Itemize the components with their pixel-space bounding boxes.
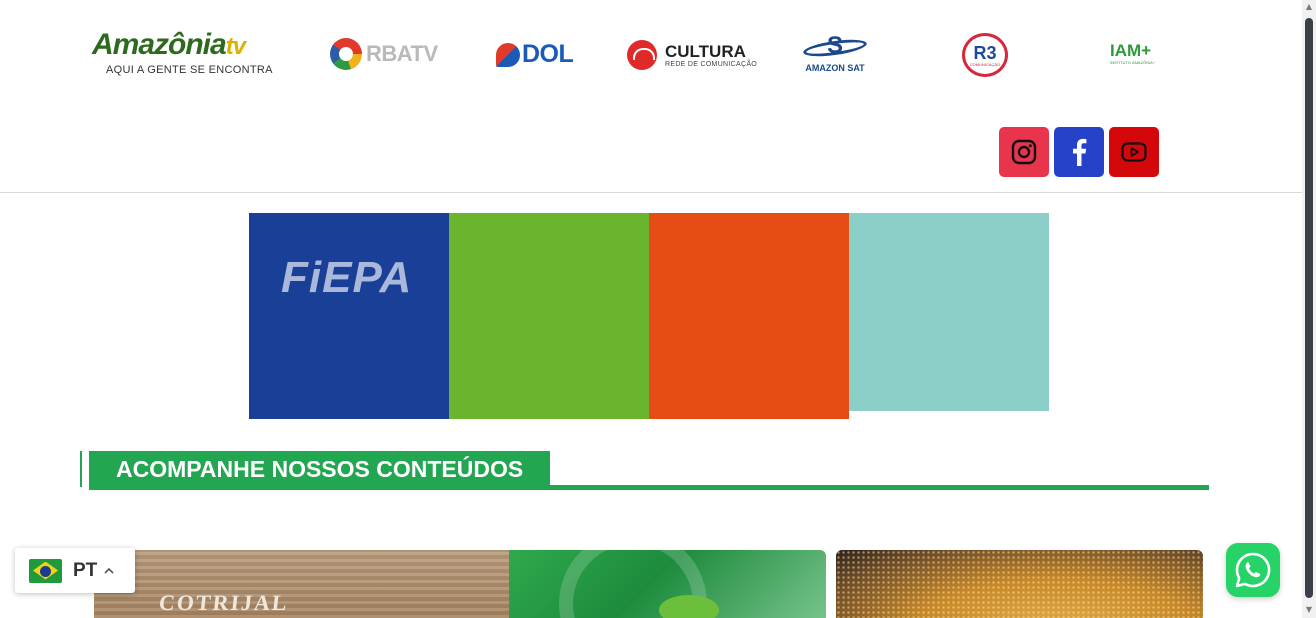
dol-mark-icon — [496, 42, 520, 67]
iam-name: IAM+ — [1110, 41, 1152, 60]
fiepa-banner[interactable]: FiEPA — [249, 213, 1049, 419]
section-title-tag: ACOMPANHE NOSSOS CONTEÚDOS — [89, 451, 551, 487]
amazon-sat-logo[interactable]: S AMAZON SAT — [802, 32, 868, 73]
language-code: PT — [73, 559, 98, 581]
banner-band-green — [449, 213, 649, 419]
facebook-button[interactable] — [1054, 127, 1104, 177]
whatsapp-icon — [1235, 552, 1271, 588]
amazonia-name: Amazônia — [92, 28, 227, 61]
card-1-building-sign: COTRIJAL — [157, 590, 291, 615]
card-1-banner-image — [509, 550, 826, 618]
section-title: ACOMPANHE NOSSOS CONTEÚDOS — [116, 455, 524, 482]
rbatv-logo[interactable]: RBATV — [330, 38, 438, 70]
scroll-down-arrow-icon[interactable]: ▼ — [1305, 605, 1313, 615]
amazon-sat-name: AMAZON SAT — [805, 63, 865, 73]
chevron-up-icon — [104, 567, 114, 574]
r3-subtitle: COMUNICAÇÃO — [969, 61, 1001, 67]
header-divider — [0, 192, 1302, 193]
card-1-building-image — [94, 550, 509, 618]
amazonia-wordmark: Amazôniatv — [92, 28, 246, 62]
dol-logo[interactable]: DOL — [496, 40, 574, 69]
rba-star-icon — [330, 38, 362, 70]
section-left-rule — [80, 451, 82, 487]
content-card-2[interactable] — [836, 550, 1203, 618]
r3-mark-icon: R3 COMUNICAÇÃO — [962, 33, 1008, 77]
r3-name: R3 — [973, 42, 997, 63]
youtube-icon — [1121, 142, 1147, 162]
whatsapp-button[interactable] — [1226, 543, 1280, 597]
banner-band-orange — [649, 213, 849, 419]
brazil-flag-icon — [29, 558, 62, 583]
facebook-icon — [1073, 138, 1087, 166]
banner-band-teal — [849, 213, 1049, 411]
youtube-button[interactable] — [1109, 127, 1159, 177]
rba-name: RBATV — [366, 41, 438, 66]
vertical-scrollbar[interactable]: ▲ ▼ — [1302, 0, 1316, 618]
partner-logos-bar: Amazôniatv AQUI A GENTE SE ENCONTRA RBAT… — [0, 0, 1302, 110]
social-links — [999, 127, 1159, 177]
section-header: ACOMPANHE NOSSOS CONTEÚDOS — [80, 451, 1210, 491]
cultura-mark-icon — [627, 40, 657, 70]
amazonia-tagline: AQUI A GENTE SE ENCONTRA — [106, 64, 273, 76]
dol-name: DOL — [522, 40, 574, 68]
instagram-button[interactable] — [999, 127, 1049, 177]
scrollbar-thumb[interactable] — [1305, 18, 1313, 598]
amazonia-tv-logo[interactable]: Amazôniatv AQUI A GENTE SE ENCONTRA — [92, 28, 273, 77]
sat-letter: S — [827, 32, 844, 59]
cultura-name: CULTURA — [665, 41, 746, 61]
iam-subtitle: INSTITUTO AMAZÔNIA+ — [1110, 60, 1156, 65]
fiepa-logo-text: FiEPA — [281, 253, 413, 302]
iam-logo[interactable]: IAM+ INSTITUTO AMAZÔNIA+ — [1110, 41, 1156, 66]
content-card-1[interactable]: COTRIJAL — [94, 550, 826, 618]
instagram-icon — [1011, 139, 1037, 165]
cultura-subtitle: REDE DE COMUNICAÇÃO — [665, 60, 758, 68]
cultura-logo[interactable]: CULTURA REDE DE COMUNICAÇÃO — [627, 40, 757, 70]
amazonia-suffix: tv — [225, 33, 246, 60]
amazon-sat-mark-icon: S — [802, 32, 868, 60]
cultura-text: CULTURA REDE DE COMUNICAÇÃO — [665, 41, 758, 68]
language-switcher[interactable]: PT — [15, 548, 135, 593]
page: Amazôniatv AQUI A GENTE SE ENCONTRA RBAT… — [0, 0, 1316, 618]
scroll-up-arrow-icon[interactable]: ▲ — [1305, 2, 1313, 12]
banner-band-blue: FiEPA — [249, 213, 449, 419]
r3-logo[interactable]: R3 COMUNICAÇÃO — [962, 33, 1008, 77]
